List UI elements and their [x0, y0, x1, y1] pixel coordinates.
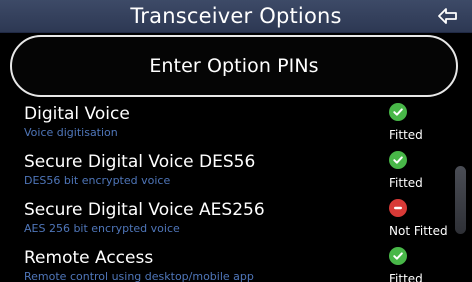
option-status: Fitted	[389, 128, 423, 142]
option-description: Remote control using desktop/mobile app	[24, 270, 254, 282]
back-button[interactable]	[436, 6, 460, 26]
title-bar: Transceiver Options	[0, 0, 472, 33]
option-status: Fitted	[389, 176, 423, 190]
enter-option-pins-label: Enter Option PINs	[149, 55, 319, 77]
check-circle-icon	[389, 247, 407, 265]
option-description: Voice digitisation	[24, 126, 118, 139]
option-status: Not Fitted	[389, 224, 448, 238]
check-circle-icon	[389, 103, 407, 121]
back-arrow-icon	[438, 8, 457, 24]
option-row-remote-access[interactable]: Remote Access Remote control using deskt…	[0, 242, 472, 282]
options-list[interactable]: Digital Voice Voice digitisation Fitted …	[0, 98, 472, 282]
option-title: Secure Digital Voice AES256	[24, 200, 265, 220]
enter-option-pins-button[interactable]: Enter Option PINs	[10, 35, 458, 97]
minus-circle-icon	[389, 199, 407, 217]
option-description: DES56 bit encrypted voice	[24, 174, 171, 187]
option-row-secure-digital-voice-aes256[interactable]: Secure Digital Voice AES256 AES 256 bit …	[0, 194, 472, 242]
option-title: Digital Voice	[24, 104, 130, 124]
scrollbar-thumb[interactable]	[455, 166, 466, 234]
option-row-secure-digital-voice-des56[interactable]: Secure Digital Voice DES56 DES56 bit enc…	[0, 146, 472, 194]
check-circle-icon	[389, 151, 407, 169]
option-title: Remote Access	[24, 248, 154, 268]
option-description: AES 256 bit encrypted voice	[24, 222, 180, 235]
option-status: Fitted	[389, 272, 423, 282]
option-row-digital-voice[interactable]: Digital Voice Voice digitisation Fitted	[0, 98, 472, 146]
option-title: Secure Digital Voice DES56	[24, 152, 256, 172]
transceiver-options-screen: Transceiver Options Enter Option PINs Di…	[0, 0, 472, 282]
page-title: Transceiver Options	[130, 4, 342, 28]
